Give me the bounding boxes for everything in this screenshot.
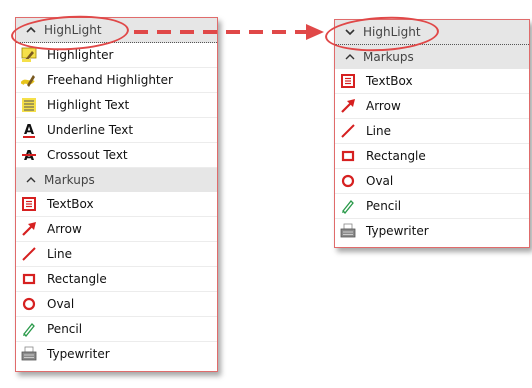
tool-item-label: Line xyxy=(47,247,73,261)
typewriter-icon xyxy=(339,222,357,240)
tool-item-pencil[interactable]: Pencil xyxy=(335,194,529,219)
highlight-text-icon xyxy=(20,96,38,114)
tool-item-arrow[interactable]: Arrow xyxy=(335,94,529,119)
tool-item-oval[interactable]: Oval xyxy=(16,292,217,317)
markups-section-label: Markups xyxy=(363,50,414,64)
chevron-up-icon xyxy=(24,174,38,187)
tool-item-label: Underline Text xyxy=(47,123,134,137)
pencil-icon xyxy=(339,197,357,215)
tool-item-label: TextBox xyxy=(47,197,94,211)
oval-icon xyxy=(20,295,38,313)
chevron-up-icon xyxy=(343,51,357,64)
tool-item-pencil[interactable]: Pencil xyxy=(16,317,217,342)
tool-item-label: Pencil xyxy=(366,199,402,213)
tool-item-freehand-highlighter[interactable]: Freehand Highlighter xyxy=(16,68,217,93)
tool-item-label: Typewriter xyxy=(366,224,429,238)
tool-item-typewriter[interactable]: Typewriter xyxy=(16,342,217,366)
markups-section-label: Markups xyxy=(44,173,95,187)
tool-item-crossout-text[interactable]: A Crossout Text xyxy=(16,143,217,168)
right-tool-panel: HighLight Markups TextBox Arrow Line Rec… xyxy=(334,19,530,248)
oval-icon xyxy=(339,172,357,190)
highlighter-icon xyxy=(20,46,38,64)
tool-item-typewriter[interactable]: Typewriter xyxy=(335,219,529,243)
tool-item-label: Arrow xyxy=(366,99,401,113)
tool-item-line[interactable]: Line xyxy=(335,119,529,144)
typewriter-icon xyxy=(20,345,38,363)
rectangle-icon xyxy=(20,270,38,288)
tool-item-arrow[interactable]: Arrow xyxy=(16,217,217,242)
tool-item-label: Arrow xyxy=(47,222,82,236)
tool-item-label: Line xyxy=(366,124,392,138)
freehand-highlighter-icon xyxy=(20,71,38,89)
tool-item-line[interactable]: Line xyxy=(16,242,217,267)
tool-item-textbox[interactable]: TextBox xyxy=(335,69,529,94)
dashed-arrow-icon xyxy=(134,24,324,40)
arrow-icon xyxy=(339,97,357,115)
tool-item-label: Pencil xyxy=(47,322,83,336)
line-icon xyxy=(20,245,38,263)
tool-item-label: Highlight Text xyxy=(47,98,130,112)
tool-item-label: Rectangle xyxy=(366,149,426,163)
tool-item-label: Freehand Highlighter xyxy=(47,73,173,87)
markups-section-header[interactable]: Markups xyxy=(16,168,217,192)
tool-item-textbox[interactable]: TextBox xyxy=(16,192,217,217)
textbox-icon xyxy=(20,195,38,213)
tool-item-label: Rectangle xyxy=(47,272,107,286)
left-tool-panel: HighLight Highlighter Freehand Highlight… xyxy=(15,17,218,372)
tool-item-label: Oval xyxy=(47,297,75,311)
tool-item-rectangle[interactable]: Rectangle xyxy=(335,144,529,169)
tool-item-highlight-text[interactable]: Highlight Text xyxy=(16,93,217,118)
pencil-icon xyxy=(20,320,38,338)
tool-item-label: Oval xyxy=(366,174,394,188)
tool-item-label: Typewriter xyxy=(47,347,110,361)
tool-item-label: TextBox xyxy=(366,74,413,88)
textbox-icon xyxy=(339,72,357,90)
tool-item-oval[interactable]: Oval xyxy=(335,169,529,194)
line-icon xyxy=(339,122,357,140)
svg-text:A: A xyxy=(24,123,34,138)
rectangle-icon xyxy=(339,147,357,165)
crossout-text-icon: A xyxy=(20,146,38,164)
underline-text-icon: A xyxy=(20,121,38,139)
tool-item-underline-text[interactable]: A Underline Text xyxy=(16,118,217,143)
arrow-icon xyxy=(20,220,38,238)
tool-item-rectangle[interactable]: Rectangle xyxy=(16,267,217,292)
tool-item-label: Crossout Text xyxy=(47,148,128,162)
